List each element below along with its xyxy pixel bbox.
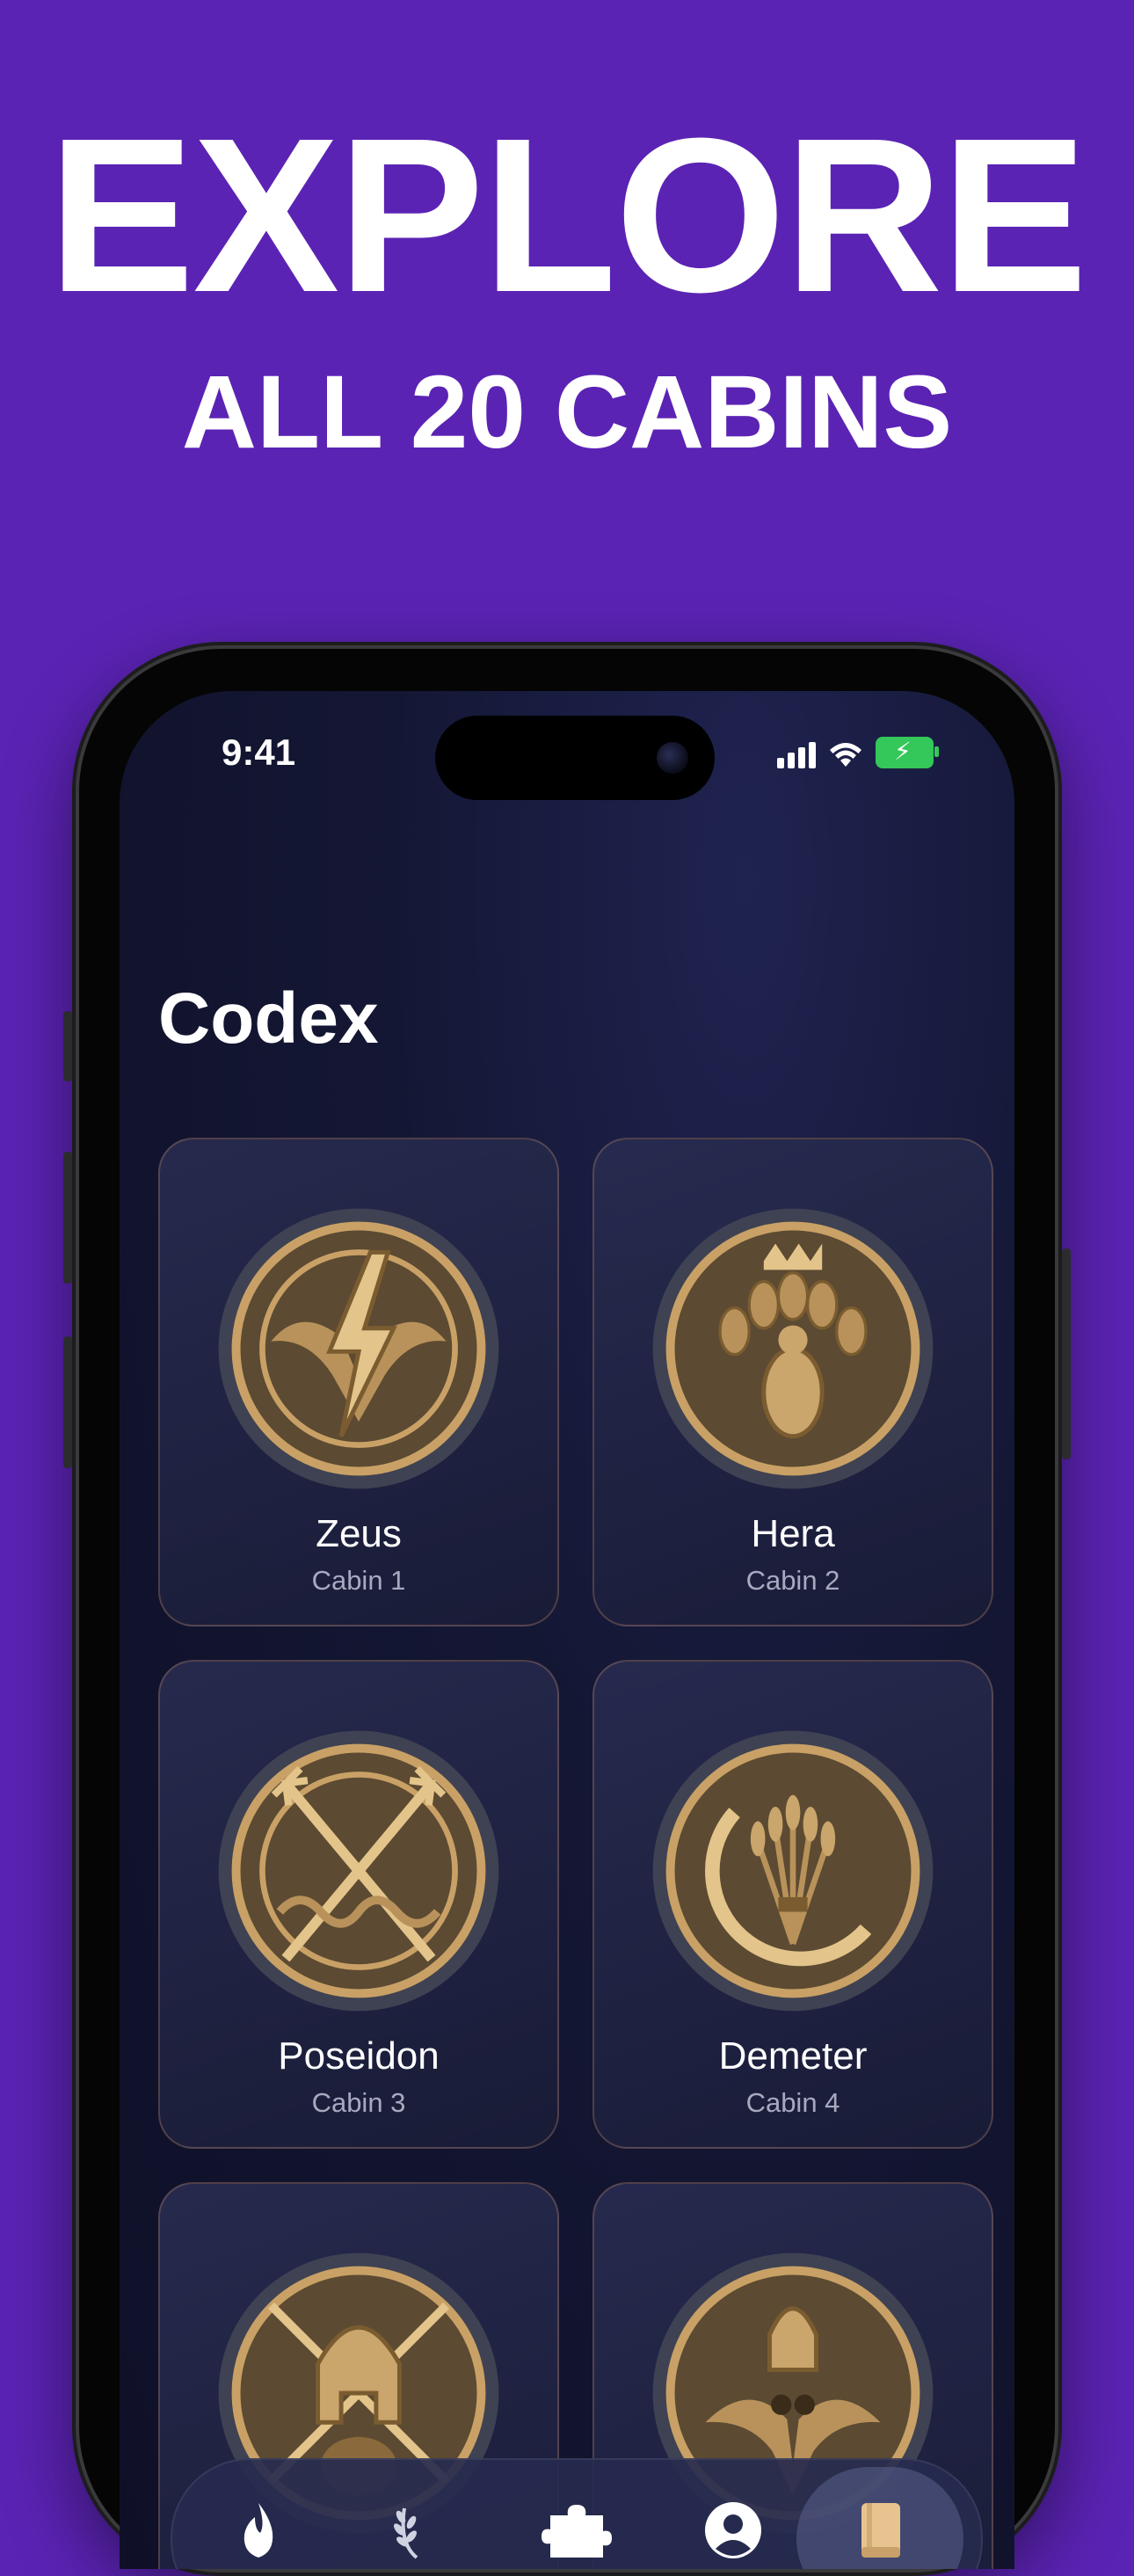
wifi-icon bbox=[830, 743, 861, 767]
cabin-name: Zeus bbox=[316, 1512, 402, 1555]
tab-laurel[interactable] bbox=[376, 2495, 447, 2565]
volume-down-button bbox=[63, 1336, 72, 1468]
battery-icon: ⚡ bbox=[876, 737, 939, 768]
phone-frame: 9:41 ⚡ Codex Zeus Cabin 1 Hera Cabin 2 P… bbox=[63, 642, 1071, 2576]
cabin-number: Cabin 3 bbox=[311, 2087, 406, 2118]
power-button bbox=[1062, 1248, 1071, 1459]
status-time: 9:41 bbox=[222, 731, 296, 773]
wheat-sickle-icon bbox=[652, 1730, 934, 2012]
book-icon bbox=[861, 2503, 900, 2558]
flame-icon bbox=[244, 2503, 273, 2558]
app-screen: 9:41 ⚡ Codex Zeus Cabin 1 Hera Cabin 2 P… bbox=[120, 691, 1014, 2569]
lightning-eagle-icon bbox=[218, 1208, 499, 1489]
cabin-name: Demeter bbox=[718, 2034, 868, 2078]
cabin-number: Cabin 2 bbox=[745, 1565, 840, 1596]
laurel-icon bbox=[394, 2507, 418, 2559]
camera-icon bbox=[657, 742, 688, 774]
dynamic-island bbox=[435, 716, 715, 800]
hero-title: EXPLORE bbox=[47, 92, 1088, 338]
phone-bezel: 9:41 ⚡ Codex Zeus Cabin 1 Hera Cabin 2 P… bbox=[79, 649, 1055, 2569]
status-icons: ⚡ bbox=[777, 737, 939, 768]
trident-icon bbox=[218, 1730, 499, 2012]
cabin-card-poseidon[interactable]: Poseidon Cabin 3 bbox=[158, 1660, 559, 2149]
cabin-name: Poseidon bbox=[278, 2034, 440, 2078]
cellular-signal-icon bbox=[777, 740, 816, 768]
cabin-number: Cabin 1 bbox=[311, 1565, 406, 1596]
peacock-crown-icon bbox=[652, 1208, 934, 1489]
page-title: Codex bbox=[158, 979, 379, 1059]
cabin-card-zeus[interactable]: Zeus Cabin 1 bbox=[158, 1138, 559, 1626]
tab-profile[interactable] bbox=[698, 2495, 768, 2565]
tab-codex[interactable] bbox=[846, 2495, 916, 2565]
cabin-card-hera[interactable]: Hera Cabin 2 bbox=[592, 1138, 993, 1626]
tab-bar bbox=[171, 2458, 983, 2569]
volume-up-button bbox=[63, 1152, 72, 1284]
cabin-card-demeter[interactable]: Demeter Cabin 4 bbox=[592, 1660, 993, 2149]
hero-subtitle: ALL 20 CABINS bbox=[181, 354, 953, 470]
puzzle-icon bbox=[542, 2505, 612, 2558]
tab-flame[interactable] bbox=[223, 2495, 294, 2565]
tab-puzzle[interactable] bbox=[542, 2495, 612, 2565]
silent-switch bbox=[63, 1011, 72, 1081]
cabin-number: Cabin 4 bbox=[745, 2087, 840, 2118]
profile-icon bbox=[705, 2502, 761, 2558]
cabin-name: Hera bbox=[751, 1512, 835, 1555]
